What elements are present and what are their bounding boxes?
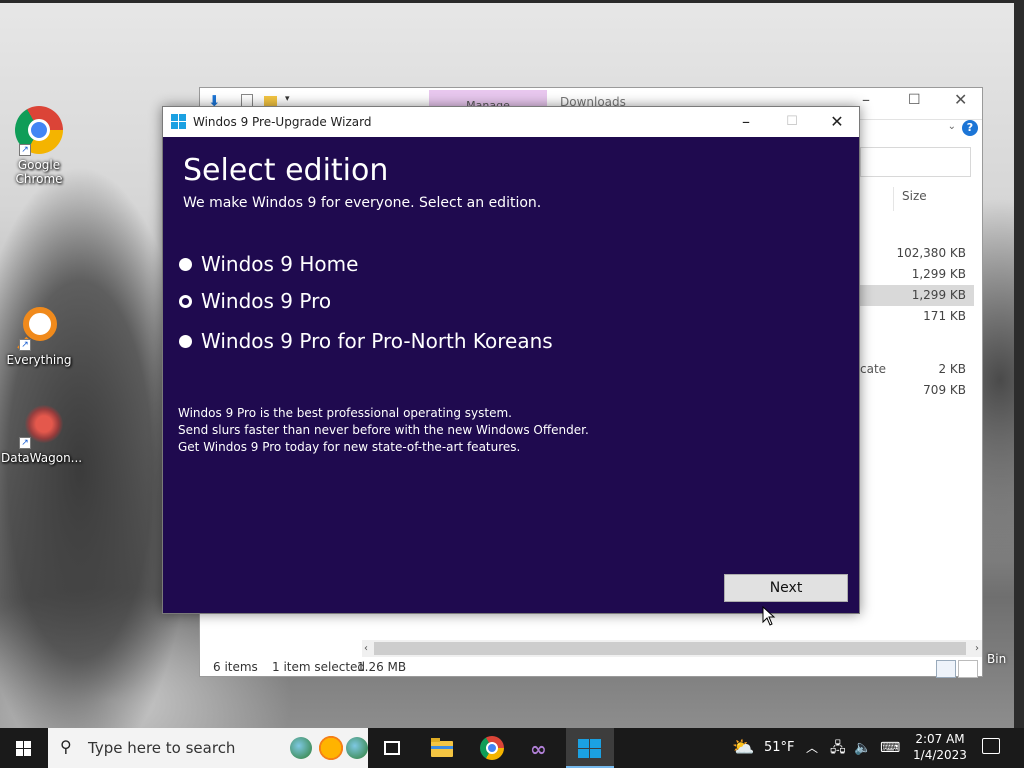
network-icon[interactable]: 🖧 bbox=[830, 728, 846, 768]
dropdown-icon[interactable]: ▾ bbox=[285, 94, 290, 104]
search-input[interactable] bbox=[860, 147, 971, 177]
globe-left-icon bbox=[290, 737, 312, 759]
clock-time: 2:07 AM bbox=[915, 732, 965, 746]
radio-button-selected[interactable] bbox=[179, 294, 192, 308]
close-icon[interactable]: ✕ bbox=[954, 90, 967, 109]
task-view-button[interactable] bbox=[368, 728, 416, 768]
radio-button[interactable] bbox=[179, 334, 192, 348]
scroll-right-icon[interactable]: › bbox=[975, 640, 979, 657]
globe-right-icon bbox=[346, 737, 368, 759]
file-size: 1,299 KB bbox=[911, 267, 966, 281]
maximize-icon[interactable]: ☐ bbox=[908, 92, 921, 108]
taskbar-chrome[interactable] bbox=[468, 728, 516, 768]
windows-logo-icon bbox=[578, 739, 602, 759]
maximize-icon: ☐ bbox=[786, 114, 798, 129]
search-icon: ⚲ bbox=[60, 737, 72, 756]
description-line: Windos 9 Pro is the best professional op… bbox=[178, 406, 512, 420]
large-icons-view-icon[interactable] bbox=[958, 660, 978, 678]
shortcut-arrow-icon: ↗ bbox=[19, 339, 31, 351]
windows-logo-icon bbox=[171, 114, 187, 130]
recycle-bin-label[interactable]: Bin bbox=[987, 652, 1006, 666]
file-size: 2 KB bbox=[938, 362, 966, 376]
visual-studio-icon: ∞ bbox=[530, 737, 547, 761]
chrome-icon: ↗ bbox=[15, 106, 63, 156]
minimize-icon[interactable]: – bbox=[723, 109, 769, 135]
search-placeholder: Type here to search bbox=[88, 739, 236, 757]
upgrade-wizard-window[interactable]: Windos 9 Pre-Upgrade Wizard – ☐ ✕ Select… bbox=[162, 106, 860, 614]
next-button[interactable]: Next bbox=[724, 574, 848, 602]
minimize-icon[interactable]: – bbox=[862, 90, 870, 109]
desktop-icon-label: DataWagon... bbox=[1, 451, 83, 465]
chevron-up-icon[interactable]: ︿ bbox=[806, 728, 818, 768]
taskbar-visual-studio[interactable]: ∞ bbox=[516, 728, 564, 768]
page-title: Select edition bbox=[183, 153, 389, 188]
edition-description: Windos 9 Pro is the best professional op… bbox=[178, 405, 589, 456]
weather-icon[interactable]: ⛅ bbox=[732, 728, 754, 768]
desktop-icon-chrome[interactable]: ↗ Google Chrome bbox=[1, 106, 77, 186]
task-view-icon bbox=[384, 741, 400, 755]
notification-icon[interactable] bbox=[982, 738, 1000, 754]
taskbar-wizard-app[interactable] bbox=[566, 728, 614, 768]
file-size: 1,299 KB bbox=[911, 288, 966, 302]
windows-start-icon bbox=[16, 741, 32, 756]
description-line: Get Windos 9 Pro today for new state-of-… bbox=[178, 440, 521, 454]
file-size: 709 KB bbox=[923, 383, 966, 397]
datawagon-icon: ↗ bbox=[15, 403, 63, 449]
description-line: Send slurs faster than never before with… bbox=[178, 423, 589, 437]
taskbar: ⚲ Type here to search ∞ ⛅ 51°F ︿ 🖧 🔈 ⌨ 2… bbox=[0, 728, 1024, 768]
edition-option-home[interactable]: Windos 9 Home bbox=[179, 252, 358, 276]
mouse-cursor-icon bbox=[762, 606, 776, 626]
desktop: ↗ Google Chrome ↗ Everything ↗ DataWagon… bbox=[0, 0, 1024, 728]
folder-icon bbox=[431, 738, 453, 757]
shortcut-arrow-icon: ↗ bbox=[19, 144, 31, 156]
details-view-icon[interactable] bbox=[936, 660, 956, 678]
close-icon[interactable]: ✕ bbox=[814, 109, 860, 135]
horizontal-scrollbar[interactable]: ‹ › bbox=[362, 640, 982, 657]
taskbar-search-box[interactable]: ⚲ Type here to search bbox=[48, 728, 368, 768]
sun-icon bbox=[318, 735, 344, 761]
start-button[interactable] bbox=[0, 728, 48, 768]
keyboard-icon[interactable]: ⌨ bbox=[880, 728, 900, 768]
radio-button[interactable] bbox=[179, 257, 192, 271]
taskbar-clock[interactable]: 2:07 AM 1/4/2023 bbox=[904, 731, 976, 763]
file-size: 102,380 KB bbox=[896, 246, 966, 260]
wizard-titlebar: Windos 9 Pre-Upgrade Wizard – ☐ ✕ bbox=[163, 107, 859, 137]
scrollbar-thumb[interactable] bbox=[374, 642, 966, 655]
everything-icon: ↗ bbox=[15, 305, 63, 352]
status-selection: 1 item selected bbox=[272, 660, 366, 674]
edition-option-pro-nk[interactable]: Windos 9 Pro for Pro-North Koreans bbox=[179, 329, 553, 353]
edition-label: Windos 9 Home bbox=[201, 252, 359, 276]
file-size: 171 KB bbox=[923, 309, 966, 323]
page-subtitle: We make Windos 9 for everyone. Select an… bbox=[183, 195, 542, 211]
status-item-count: 6 items bbox=[213, 660, 258, 674]
edition-option-pro[interactable]: Windos 9 Pro bbox=[179, 289, 331, 313]
wizard-title: Windos 9 Pre-Upgrade Wizard bbox=[193, 115, 372, 129]
help-icon[interactable]: ? bbox=[962, 120, 978, 136]
desktop-icon-label: Google Chrome bbox=[15, 158, 63, 186]
edition-label: Windos 9 Pro for Pro-North Koreans bbox=[201, 329, 553, 353]
desktop-icon-label: Everything bbox=[6, 353, 72, 367]
volume-icon[interactable]: 🔈 bbox=[854, 728, 871, 768]
chrome-icon bbox=[480, 736, 504, 760]
column-header-size[interactable]: Size bbox=[893, 187, 973, 211]
scroll-left-icon[interactable]: ‹ bbox=[364, 640, 368, 657]
status-size: 1.26 MB bbox=[357, 660, 407, 674]
clock-date: 1/4/2023 bbox=[913, 748, 967, 762]
edition-label: Windos 9 Pro bbox=[201, 289, 332, 313]
file-type-fragment: cate bbox=[860, 362, 887, 376]
shortcut-arrow-icon: ↗ bbox=[19, 437, 31, 449]
taskbar-file-explorer[interactable] bbox=[418, 728, 466, 768]
status-bar: 6 items 1 item selected 1.26 MB bbox=[200, 660, 982, 678]
chevron-down-icon[interactable]: ⌄ bbox=[948, 121, 956, 132]
desktop-icon-datawagon[interactable]: ↗ DataWagon... bbox=[1, 403, 82, 465]
desktop-icon-everything[interactable]: ↗ Everything bbox=[1, 305, 77, 367]
weather-temperature[interactable]: 51°F bbox=[764, 728, 795, 768]
